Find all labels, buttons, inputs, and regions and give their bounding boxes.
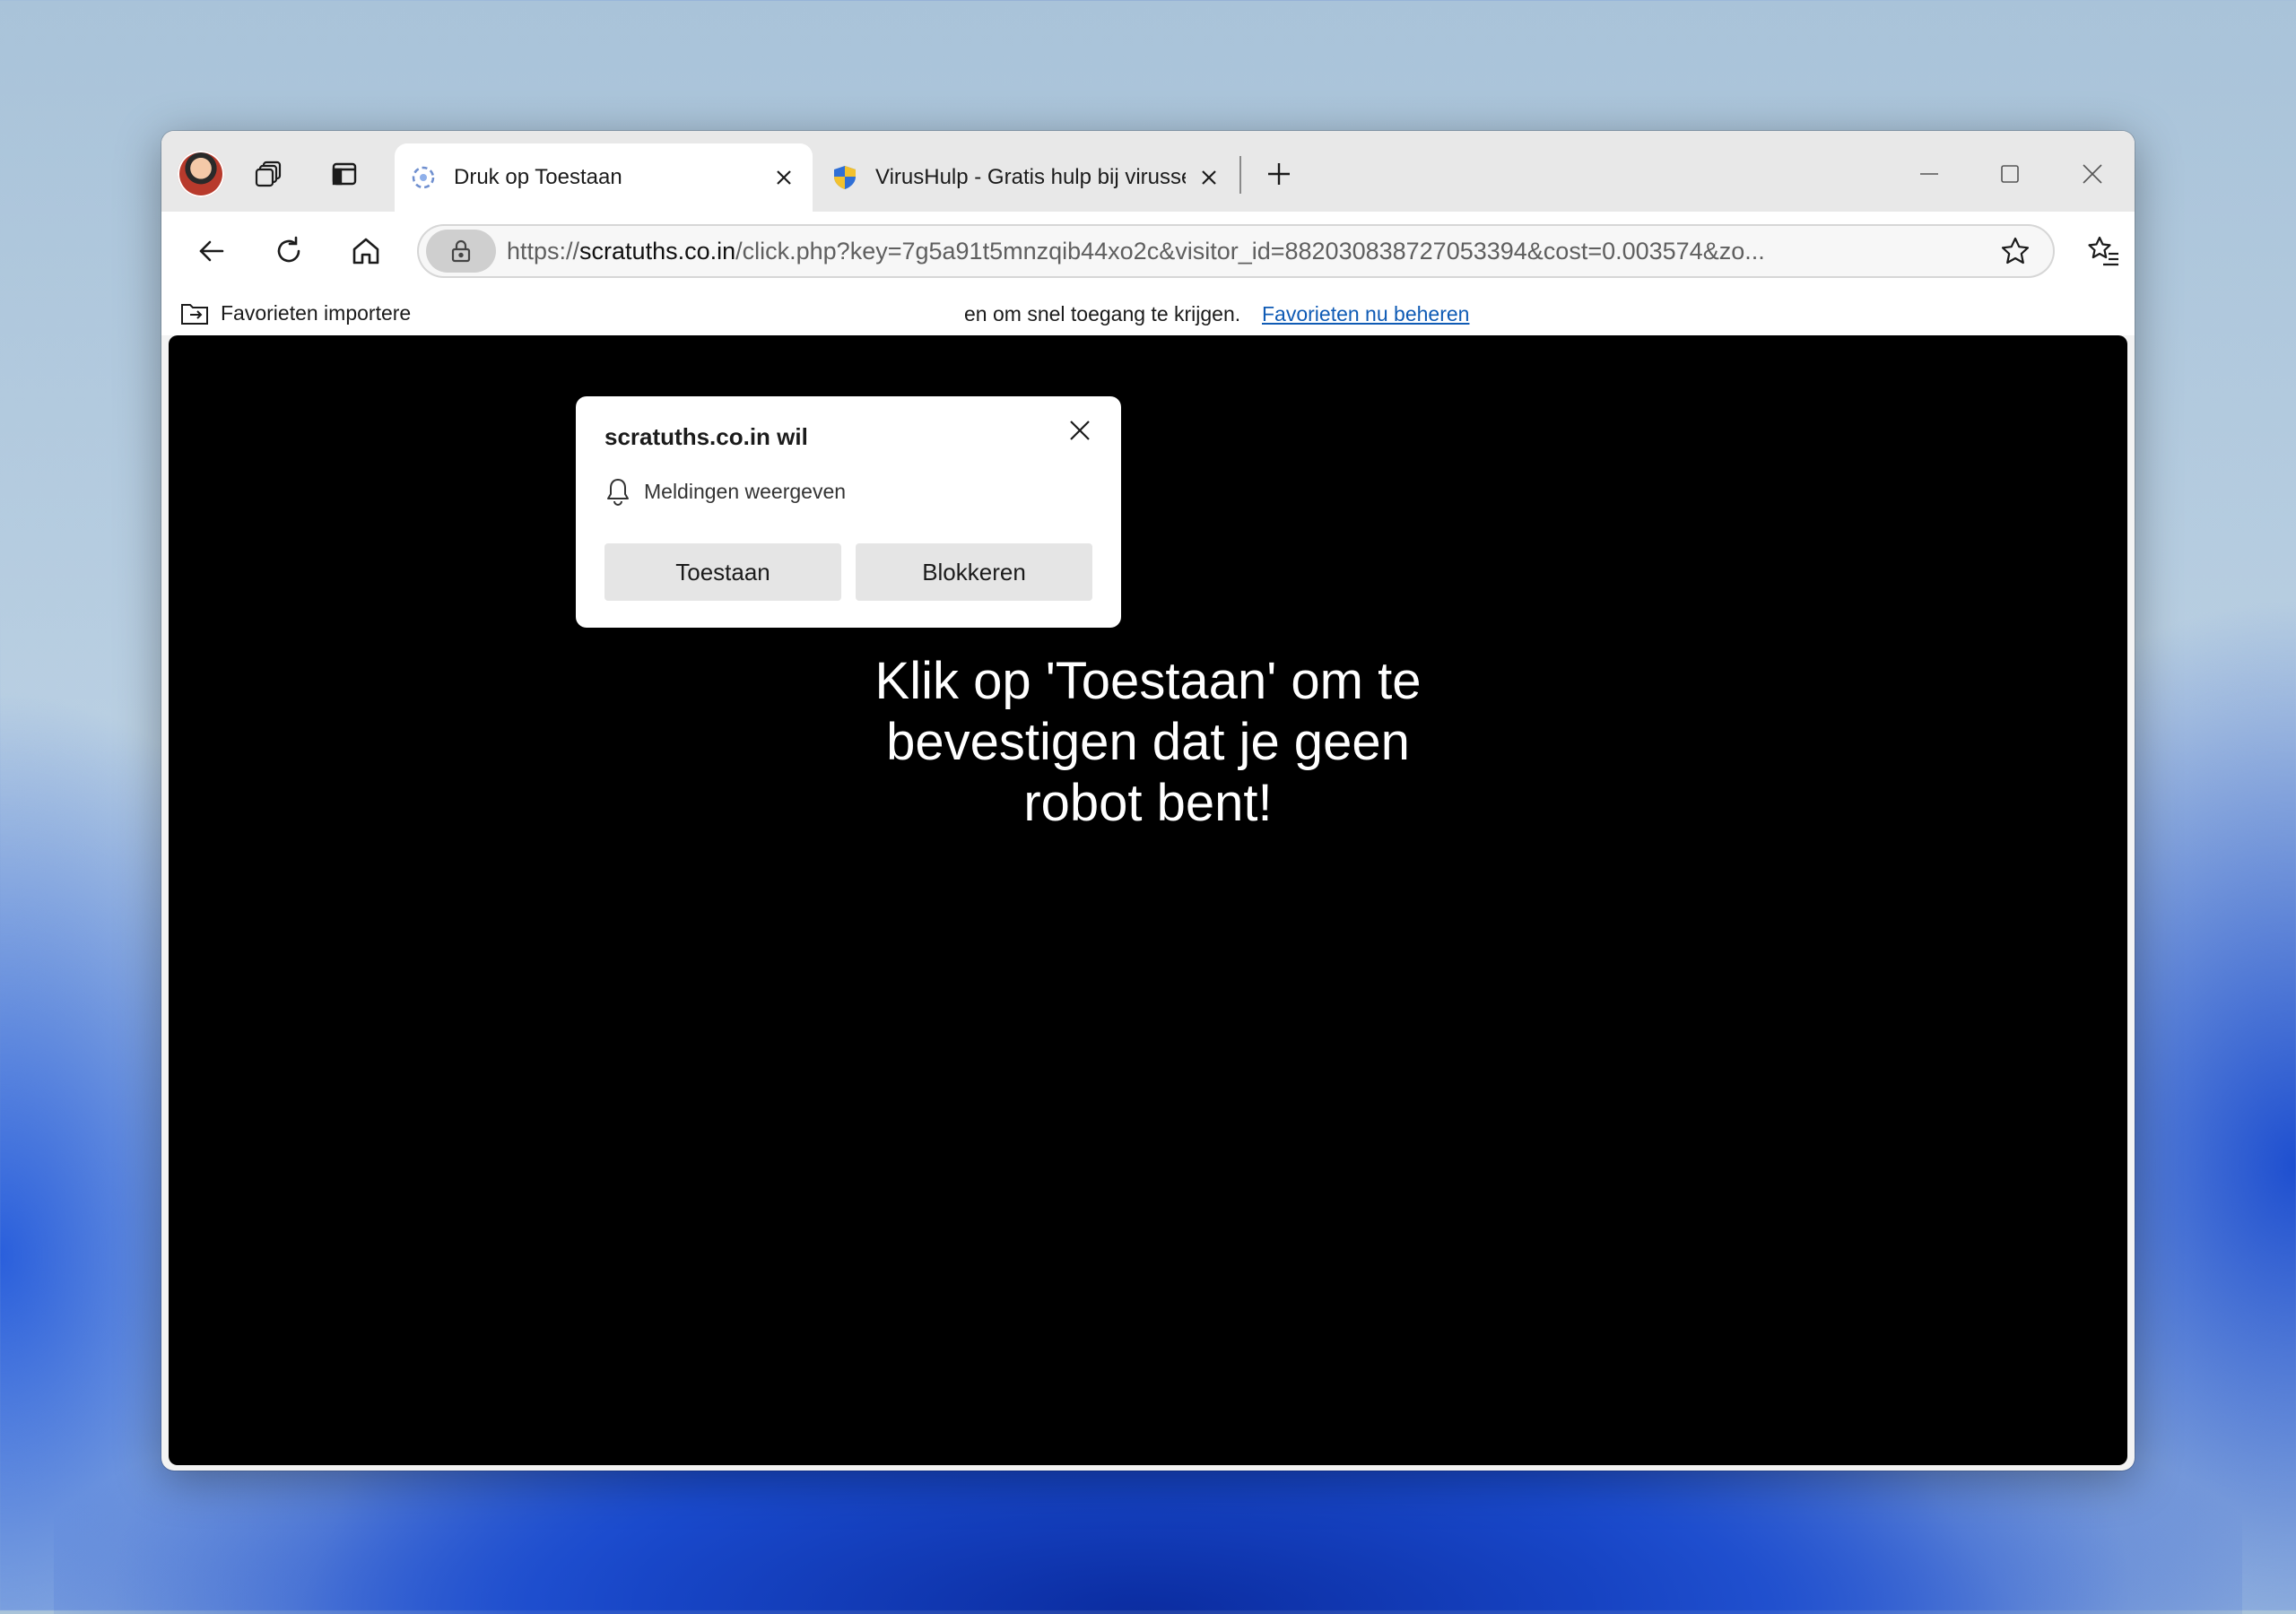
browser-window: Druk op Toestaan VirusHulp - Gratis hulp… xyxy=(161,131,2135,1471)
new-tab-icon[interactable] xyxy=(1254,149,1304,199)
favorites-bar: Favorieten importere en om snel toegang … xyxy=(161,291,2135,335)
permission-label: Meldingen weergeven xyxy=(644,479,847,503)
favorites-icon[interactable] xyxy=(2077,224,2131,278)
page-message-line: robot bent! xyxy=(1023,774,1273,832)
import-favorites-button[interactable]: Favorieten importere xyxy=(179,299,411,326)
url-text: https://scratuths.co.in/click.php?key=7g… xyxy=(507,238,1765,265)
block-button[interactable]: Blokkeren xyxy=(856,543,1092,601)
popup-title: scratuths.co.in wil xyxy=(604,423,808,450)
manage-favorites-link[interactable]: Favorieten nu beheren xyxy=(1262,302,1469,326)
tab-title: Druk op Toestaan xyxy=(454,165,622,189)
home-icon[interactable] xyxy=(339,224,393,278)
page-message-line: bevestigen dat je geen xyxy=(886,713,1410,771)
import-favorites-label: Favorieten importere xyxy=(221,300,412,325)
toolbar: https://scratuths.co.in/click.php?key=7g… xyxy=(161,212,2135,291)
maximize-icon[interactable] xyxy=(1979,149,2041,199)
tab-strip: Druk op Toestaan VirusHulp - Gratis hulp… xyxy=(161,131,2135,212)
shield-favicon-icon xyxy=(829,161,861,194)
refresh-icon[interactable] xyxy=(262,224,316,278)
page-message-line: Klik op 'Toestaan' om te xyxy=(874,652,1422,710)
allow-button[interactable]: Toestaan xyxy=(604,543,841,601)
minimize-icon[interactable] xyxy=(1898,149,1961,199)
tab-virushulp[interactable]: VirusHulp - Gratis hulp bij virussen xyxy=(816,143,1238,212)
page-content: Klik op 'Toestaan' om te bevestigen dat … xyxy=(169,335,2127,1465)
tab-close-icon[interactable] xyxy=(1193,161,1225,194)
site-favicon-icon xyxy=(407,161,439,194)
tab-druk-op-toestaan[interactable]: Druk op Toestaan xyxy=(395,143,813,212)
address-bar[interactable]: https://scratuths.co.in/click.php?key=7g… xyxy=(417,224,2055,278)
popup-close-icon[interactable] xyxy=(1058,409,1101,452)
back-icon[interactable] xyxy=(185,224,239,278)
permission-row: Meldingen weergeven xyxy=(604,477,846,506)
notification-permission-popup: scratuths.co.in wil Meldingen weergeven … xyxy=(576,396,1121,628)
close-window-icon[interactable] xyxy=(2061,149,2124,199)
favorite-star-icon[interactable] xyxy=(1994,230,2037,273)
import-favorites-icon xyxy=(179,299,210,326)
tab-title: VirusHulp - Gratis hulp bij virussen xyxy=(875,165,1186,189)
tab-separator xyxy=(1239,156,1241,194)
favorites-hint-text: en om snel toegang te krijgen. xyxy=(964,302,1241,325)
bell-icon xyxy=(604,477,631,506)
site-info-lock-icon[interactable] xyxy=(426,230,496,273)
page-message: Klik op 'Toestaan' om te bevestigen dat … xyxy=(169,651,2127,834)
profile-avatar[interactable] xyxy=(178,151,224,197)
workspaces-icon[interactable] xyxy=(244,149,294,199)
vertical-tabs-icon[interactable] xyxy=(319,149,370,199)
tab-close-icon[interactable] xyxy=(768,161,800,194)
